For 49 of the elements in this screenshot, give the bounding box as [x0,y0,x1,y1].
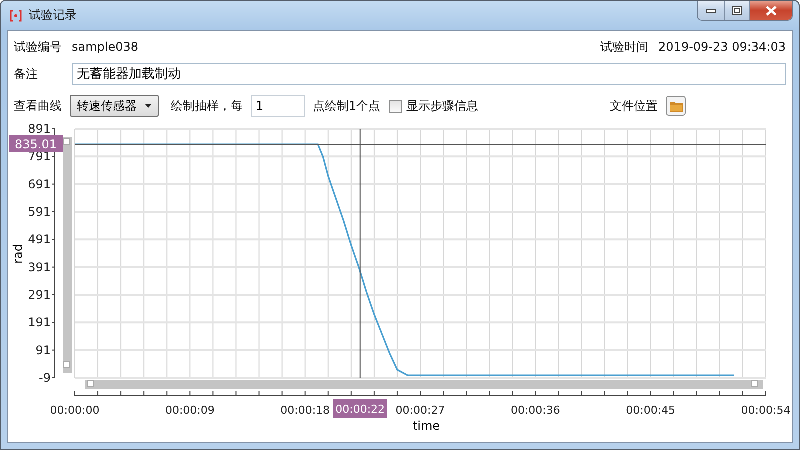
axis-label: 91 [36,343,51,358]
field-label: 绘制抽样，每 [171,98,243,114]
axis-label: 00:00:18 [280,404,330,417]
axis-label: 00:00:09 [165,404,215,417]
axis-label: 391 [28,260,51,274]
app-icon [9,8,23,22]
sample-id: sample038 [72,40,139,54]
checkbox-label: 显示步骤信息 [406,98,479,114]
field-label: 试验时间 [600,38,649,56]
axis-label: 00:00:45 [626,404,676,417]
axis-label: 00:00:54 [741,404,791,417]
axis-label: 191 [28,316,51,330]
field-label: 查看曲线 [14,98,62,114]
scrollbar[interactable] [85,380,763,389]
axis-label: 691 [28,177,51,192]
field-label: 备注 [14,66,39,82]
time-tag: 00:00:22 [333,399,388,418]
field-label: 试验编号 [14,38,62,56]
axis-label: 00:00:27 [396,404,446,417]
axis-label: 491 [28,232,51,247]
window-title: 试验记录 [29,7,77,24]
minimize-button[interactable] [698,1,724,20]
axis-label: -9 [39,371,51,385]
axis-label: 00:00:36 [510,404,560,417]
ref-line-label: 835.01 [15,137,57,152]
sensor-dropdown[interactable]: 转速传感器 [70,95,159,117]
caret-icon [145,104,152,108]
field-label: 点绘制1个点 [313,98,381,114]
axis-label: 891 [28,123,51,136]
axis-label: 00:00:00 [50,404,100,417]
axis-label: 591 [28,205,51,219]
close-icon [766,6,776,16]
maximize-button[interactable] [724,1,749,20]
scrollbar[interactable] [63,137,72,373]
remark-field[interactable]: 无蓄能器加载制动 [72,63,786,85]
close-button[interactable] [749,1,792,20]
value-tag: 835.01 [9,136,63,152]
maximize-icon [732,6,742,15]
axis-title: time [412,419,440,433]
ref-line-label: 00:00:22 [336,403,386,416]
minimize-icon [706,8,716,12]
field-label: 文件位置 [610,98,658,114]
axis-title: rad [11,244,25,264]
sample-field[interactable]: 1 [251,95,305,117]
test-time: 2019-09-23 09:34:03 [658,40,786,54]
axis-label: 291 [28,288,51,302]
folder-icon [670,100,682,112]
folder-button[interactable] [666,96,686,116]
steps-checkbox[interactable] [388,100,402,112]
